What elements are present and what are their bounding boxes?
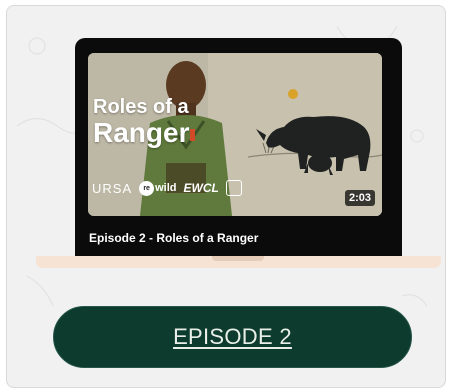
rewild-badge: re [139, 180, 155, 196]
partner-ursa-logo: URSA [92, 180, 133, 196]
partner-ewcl-logo: EWCL [183, 181, 219, 195]
video-thumbnail[interactable]: Roles of a Ranger URSA re wild EWCL 2:03 [88, 53, 382, 216]
episode-button[interactable]: EPISODE 2 [53, 306, 412, 368]
video-duration: 2:03 [344, 190, 375, 206]
rewild-text: wild [155, 182, 177, 194]
episode-button-label: EPISODE 2 [173, 324, 292, 349]
video-title-line2: Ranger [93, 117, 190, 148]
video-caption: Episode 2 - Roles of a Ranger [89, 231, 259, 245]
laptop-notch [212, 256, 264, 261]
sun-icon [288, 89, 298, 99]
partner-logos: URSA re wild EWCL [92, 180, 242, 196]
video-title-line1: Roles of a [93, 96, 189, 118]
title-accent-mark [190, 128, 196, 141]
partner-rewild-logo: re wild [139, 180, 177, 196]
crest-logo-icon [225, 180, 242, 196]
video-title: Roles of a Ranger [93, 96, 196, 148]
